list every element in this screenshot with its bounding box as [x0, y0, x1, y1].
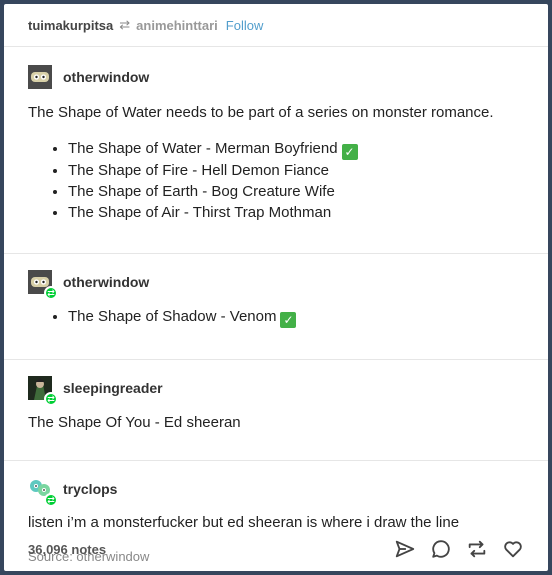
- author-name[interactable]: otherwindow: [63, 274, 149, 290]
- reply-icon[interactable]: [430, 538, 452, 560]
- robot-avatar-icon[interactable]: [28, 65, 52, 89]
- entry-author: ⇄ tryclops: [28, 475, 524, 507]
- check-mark-icon: ✓: [341, 144, 358, 160]
- check-mark-icon: ✓: [280, 312, 297, 328]
- reblogger-name[interactable]: tuimakurpitsa: [28, 18, 113, 33]
- list-item-text: The Shape of Fire - Hell Demon Fiance: [68, 162, 329, 179]
- list-item: The Shape of Air - Thirst Trap Mothman: [68, 202, 524, 223]
- bubbles-avatar-icon[interactable]: ⇄: [28, 477, 58, 507]
- notes-count[interactable]: 36,096 notes: [28, 542, 106, 557]
- follow-button[interactable]: Follow: [226, 18, 264, 33]
- bullet-list: The Shape of Shadow - Venom✓: [28, 306, 524, 328]
- reblog-badge-icon: ⇄: [44, 286, 58, 300]
- list-item: The Shape of Fire - Hell Demon Fiance: [68, 160, 524, 181]
- bullet-list: The Shape of Water - Merman Boyfriend✓ T…: [28, 138, 524, 223]
- post-text: The Shape of Water needs to be part of a…: [28, 104, 494, 121]
- reblog-entry-3: ⇄ sleepingreader The Shape Of You - Ed s…: [4, 374, 548, 461]
- like-icon[interactable]: [502, 538, 524, 560]
- entry-author: ⇄ otherwindow: [28, 268, 524, 300]
- reblog-badge-icon: ⇄: [44, 392, 58, 406]
- character-avatar-icon[interactable]: ⇄: [28, 376, 58, 406]
- reblog-entry-1: otherwindow The Shape of Water needs to …: [4, 63, 548, 254]
- reblog-icon[interactable]: [466, 538, 488, 560]
- list-item: The Shape of Shadow - Venom✓: [68, 306, 524, 328]
- share-icon[interactable]: [394, 538, 416, 560]
- reblog-entry-4: ⇄ tryclops listen i’m a monsterfucker bu…: [4, 475, 548, 533]
- reblog-badge-icon: ⇄: [44, 493, 58, 507]
- author-name[interactable]: otherwindow: [63, 69, 149, 85]
- entry-author: otherwindow: [28, 63, 524, 91]
- post-header: tuimakurpitsa ⇄ animehinttari Follow: [4, 4, 548, 47]
- author-name[interactable]: sleepingreader: [63, 380, 163, 396]
- robot-avatar-icon[interactable]: ⇄: [28, 270, 58, 300]
- post-actions: [394, 538, 524, 560]
- reblog-icon: ⇄: [119, 17, 131, 32]
- post-footer: 36,096 notes: [4, 527, 548, 571]
- post-card: tuimakurpitsa ⇄ animehinttari Follow oth…: [4, 4, 548, 571]
- list-item: The Shape of Earth - Bog Creature Wife: [68, 181, 524, 202]
- post-text: The Shape Of You - Ed sheeran: [28, 414, 241, 431]
- source-user-name[interactable]: animehinttari: [136, 18, 218, 33]
- list-item-text: The Shape of Shadow - Venom: [68, 308, 277, 325]
- author-name[interactable]: tryclops: [63, 481, 117, 497]
- list-item-text: The Shape of Water - Merman Boyfriend: [68, 140, 338, 157]
- list-item-text: The Shape of Air - Thirst Trap Mothman: [68, 204, 332, 221]
- entry-author: ⇄ sleepingreader: [28, 374, 524, 406]
- reblog-entry-2: ⇄ otherwindow The Shape of Shadow - Veno…: [4, 268, 548, 360]
- list-item-text: The Shape of Earth - Bog Creature Wife: [68, 183, 335, 200]
- list-item: The Shape of Water - Merman Boyfriend✓: [68, 138, 524, 160]
